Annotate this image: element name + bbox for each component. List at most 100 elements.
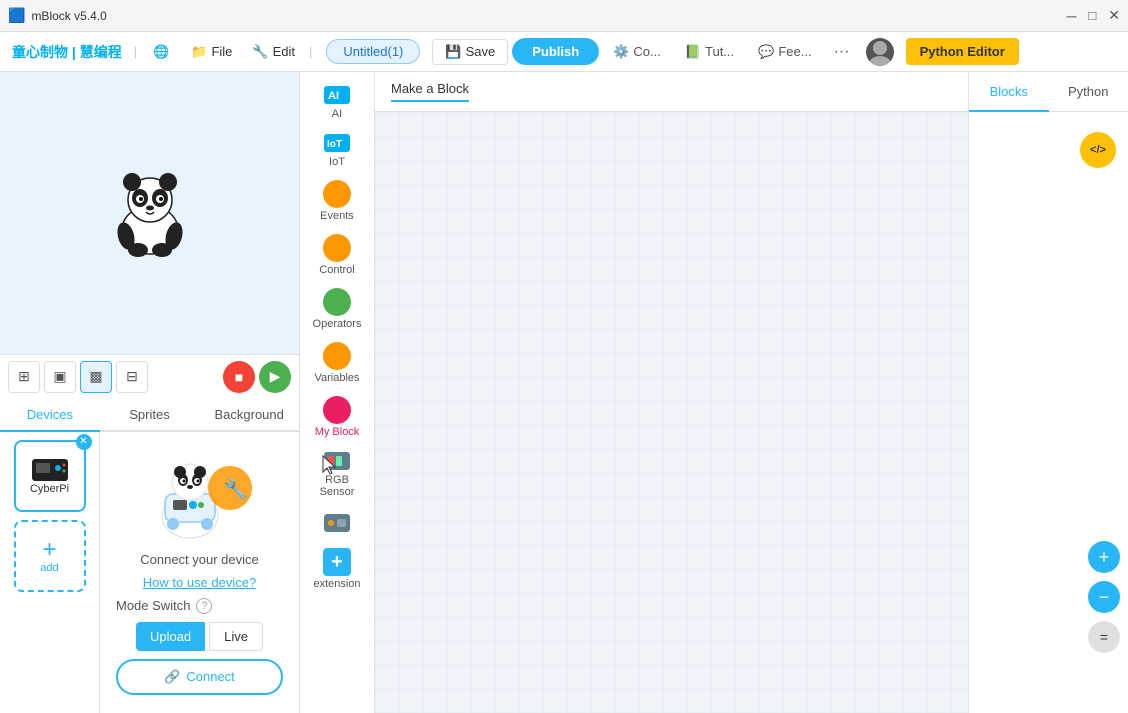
connect-button[interactable]: 🔗 Connect <box>116 659 283 695</box>
ai-icon: AI <box>322 84 352 106</box>
main-area: ⊞ ▣ ▩ ⊟ ■ ▶ Devices Sprites Background <box>0 72 1128 713</box>
events-dot <box>323 180 351 208</box>
how-to-link[interactable]: How to use device? <box>143 575 256 590</box>
globe-button[interactable]: 🌐 <box>143 40 179 64</box>
upload-mode-button[interactable]: Upload <box>136 622 205 651</box>
right-content: </> + − = <box>969 112 1128 713</box>
zoom-reset-icon: = <box>1100 629 1108 645</box>
cursor-icon <box>321 454 341 478</box>
category-ai[interactable]: AI AI <box>303 80 371 124</box>
close-icon[interactable]: ✕ <box>1108 7 1120 24</box>
play-button[interactable]: ▶ <box>259 361 291 393</box>
chat-icon: 💬 <box>758 44 774 60</box>
category-control[interactable]: Control <box>303 230 371 280</box>
right-tabs: Blocks Python <box>969 72 1128 112</box>
layout-expand-button[interactable]: ⊞ <box>8 361 40 393</box>
python-editor-label: Python Editor <box>920 44 1005 59</box>
connect-menu[interactable]: ⚙️ Co... <box>603 40 671 64</box>
live-mode-button[interactable]: Live <box>209 622 263 651</box>
minimize-icon[interactable]: ─ <box>1066 8 1076 24</box>
category-operators[interactable]: Operators <box>303 284 371 334</box>
zoom-reset-button[interactable]: = <box>1088 621 1120 653</box>
control-label: Control <box>319 264 354 276</box>
menubar: 童心制物 | 慧编程 | 🌐 📁 File 🔧 Edit | Untitled(… <box>0 32 1128 72</box>
category-my-block[interactable]: My Block <box>303 392 371 442</box>
menu-separator2: | <box>309 44 312 59</box>
tab-devices[interactable]: Devices <box>0 399 100 432</box>
stage-controls: ⊞ ▣ ▩ ⊟ ■ ▶ <box>0 354 299 399</box>
zoom-in-icon: + <box>1099 547 1110 568</box>
iot-icon: IoT <box>322 132 352 154</box>
category-extra[interactable] <box>303 506 371 540</box>
category-events[interactable]: Events <box>303 176 371 226</box>
left-bottom: ✕ CyberPi + add <box>0 432 299 713</box>
layout-split-button[interactable]: ▣ <box>44 361 76 393</box>
connect-btn-label: Connect <box>186 669 234 684</box>
background-tab-label: Background <box>214 407 283 422</box>
tab-background[interactable]: Background <box>199 399 299 432</box>
wrench-icon: 🔧 <box>252 44 268 60</box>
tab-blocks[interactable]: Blocks <box>969 72 1049 112</box>
zoom-in-button[interactable]: + <box>1088 541 1120 573</box>
stop-button[interactable]: ■ <box>223 361 255 393</box>
play-icon: ▶ <box>270 368 281 385</box>
extension-label: extension <box>313 578 360 590</box>
device-remove-button[interactable]: ✕ <box>76 434 92 450</box>
python-tab-label: Python <box>1068 84 1108 99</box>
make-block-tab: Make a Block <box>375 72 968 112</box>
my-block-label: My Block <box>315 426 360 438</box>
project-title-field[interactable]: Untitled(1) <box>326 39 420 64</box>
zoom-out-icon: − <box>1099 587 1110 608</box>
layout-code-button[interactable]: ▩ <box>80 361 112 393</box>
panel-tabs: Devices Sprites Background <box>0 399 299 432</box>
add-label: add <box>40 562 58 574</box>
mode-buttons: Upload Live <box>136 622 263 651</box>
make-block-label: Make a Block <box>391 81 469 102</box>
help-icon: ? <box>201 600 207 612</box>
file-menu[interactable]: 📁 File <box>183 40 240 64</box>
add-device-button[interactable]: + add <box>14 520 86 592</box>
feedback-menu[interactable]: 💬 Fee... <box>748 40 821 64</box>
tab-sprites[interactable]: Sprites <box>100 399 200 432</box>
device-card-cyberpi[interactable]: ✕ CyberPi <box>14 440 86 512</box>
python-editor-button[interactable]: Python Editor <box>906 38 1019 65</box>
my-block-dot <box>323 396 351 424</box>
right-panel: Blocks Python </> + − = <box>968 72 1128 713</box>
user-avatar[interactable] <box>866 38 894 66</box>
connect-device-text: Connect your device <box>140 552 259 567</box>
code-canvas[interactable] <box>375 112 968 713</box>
save-label: Save <box>466 44 496 59</box>
save-button[interactable]: 💾 Save <box>432 39 508 65</box>
svg-text:🔧: 🔧 <box>223 477 248 501</box>
tutorial-menu[interactable]: 📗 Tut... <box>675 40 744 64</box>
mode-switch-help[interactable]: ? <box>196 598 212 614</box>
add-icon: + <box>42 538 56 562</box>
layout-grid-button[interactable]: ⊟ <box>116 361 148 393</box>
live-label: Live <box>224 629 248 644</box>
more-button[interactable]: ··· <box>826 39 858 65</box>
device-list: ✕ CyberPi + add <box>0 432 100 713</box>
file-icon: 📁 <box>191 44 207 60</box>
code-toggle-button[interactable]: </> <box>1080 132 1116 168</box>
device-name: CyberPi <box>30 483 69 495</box>
block-sidebar: AI AI IoT IoT Events Control <box>300 72 375 713</box>
category-extension[interactable]: + extension <box>303 544 371 594</box>
project-name: Untitled(1) <box>343 44 403 59</box>
category-iot[interactable]: IoT IoT <box>303 128 371 172</box>
extra-device-icon <box>322 510 352 536</box>
edit-menu[interactable]: 🔧 Edit <box>244 40 303 64</box>
publish-button[interactable]: Publish <box>512 38 599 65</box>
app-icon: 🟦 <box>8 7 25 24</box>
how-to-label: How to use device? <box>143 575 256 590</box>
zoom-out-button[interactable]: − <box>1088 581 1120 613</box>
maximize-icon[interactable]: □ <box>1088 8 1096 23</box>
category-rgb-sensor[interactable]: RGB Sensor <box>303 446 371 502</box>
coding-area: Make a Block <box>375 72 968 713</box>
titlebar: 🟦 mBlock v5.4.0 ─ □ ✕ <box>0 0 1128 32</box>
category-variables[interactable]: Variables <box>303 338 371 388</box>
upload-label: Upload <box>150 629 191 644</box>
book-icon: 📗 <box>685 44 701 60</box>
tab-python[interactable]: Python <box>1049 72 1128 112</box>
app-title: mBlock v5.4.0 <box>31 9 1066 23</box>
mode-switch-label: Mode Switch <box>116 598 190 613</box>
